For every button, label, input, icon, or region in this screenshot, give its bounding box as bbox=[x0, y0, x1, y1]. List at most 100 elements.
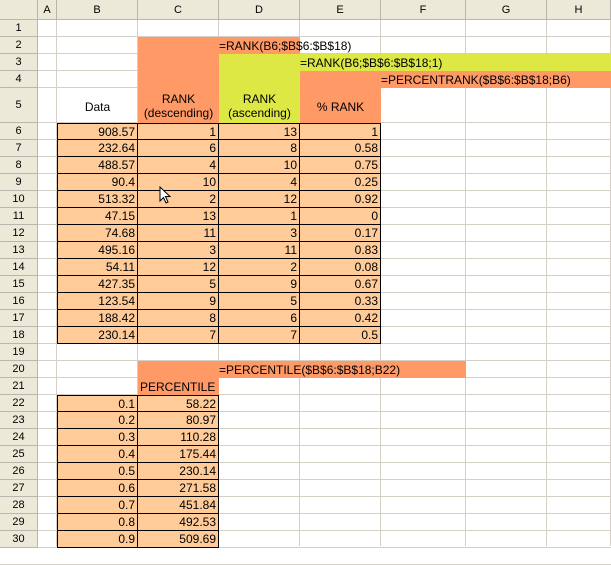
percent-rank-cell[interactable]: 0.58 bbox=[300, 140, 381, 157]
row-header-8[interactable]: 8 bbox=[0, 157, 38, 174]
data-cell[interactable]: 74.68 bbox=[57, 225, 138, 242]
header-rank-descending[interactable]: RANK (descending) bbox=[138, 88, 219, 123]
row-header-4[interactable]: 4 bbox=[0, 71, 38, 88]
percent-rank-cell[interactable]: 0.42 bbox=[300, 310, 381, 327]
percentile-value-cell[interactable]: 509.69 bbox=[138, 531, 219, 548]
row-header-20[interactable]: 20 bbox=[0, 361, 38, 378]
row-header-17[interactable]: 17 bbox=[0, 310, 38, 327]
data-cell[interactable]: 123.54 bbox=[57, 293, 138, 310]
rank-desc-cell[interactable]: 4 bbox=[138, 157, 219, 174]
percent-rank-cell[interactable]: 0.25 bbox=[300, 174, 381, 191]
column-header-e[interactable]: E bbox=[300, 0, 381, 20]
row-header-25[interactable]: 25 bbox=[0, 446, 38, 463]
rank-desc-cell[interactable]: 7 bbox=[138, 327, 219, 344]
formula-rank-ascending[interactable]: =RANK(B6;$B$6:$B$18;1) bbox=[219, 54, 611, 71]
percentile-k-cell[interactable]: 0.2 bbox=[57, 412, 138, 429]
percent-rank-cell[interactable]: 0 bbox=[300, 208, 381, 225]
column-header-f[interactable]: F bbox=[381, 0, 466, 20]
formula-percentrank[interactable]: =PERCENTRANK($B$6:$B$18;B6) bbox=[300, 71, 611, 88]
percent-rank-cell[interactable]: 0.33 bbox=[300, 293, 381, 310]
data-cell[interactable]: 47.15 bbox=[57, 208, 138, 225]
data-cell[interactable]: 230.14 bbox=[57, 327, 138, 344]
rank-desc-cell[interactable]: 5 bbox=[138, 276, 219, 293]
row-header-11[interactable]: 11 bbox=[0, 208, 38, 225]
rank-desc-cell[interactable]: 1 bbox=[138, 123, 219, 140]
select-all-corner[interactable] bbox=[0, 0, 38, 20]
percentile-value-cell[interactable]: 230.14 bbox=[138, 463, 219, 480]
row-header-12[interactable]: 12 bbox=[0, 225, 38, 242]
percentile-value-cell[interactable]: 58.22 bbox=[138, 395, 219, 412]
header-percent-rank[interactable]: % RANK bbox=[300, 88, 381, 123]
column-header-c[interactable]: C bbox=[138, 0, 219, 20]
rank-asc-cell[interactable]: 8 bbox=[219, 140, 300, 157]
data-cell[interactable]: 90.4 bbox=[57, 174, 138, 191]
rank-desc-cell[interactable]: 6 bbox=[138, 140, 219, 157]
percentile-k-cell[interactable]: 0.1 bbox=[57, 395, 138, 412]
percent-rank-cell[interactable]: 0.67 bbox=[300, 276, 381, 293]
rank-asc-cell[interactable]: 10 bbox=[219, 157, 300, 174]
percentile-k-cell[interactable]: 0.3 bbox=[57, 429, 138, 446]
percentile-value-cell[interactable]: 175.44 bbox=[138, 446, 219, 463]
rank-asc-cell[interactable]: 5 bbox=[219, 293, 300, 310]
row-header-18[interactable]: 18 bbox=[0, 327, 38, 344]
row-header-10[interactable]: 10 bbox=[0, 191, 38, 208]
row-header-7[interactable]: 7 bbox=[0, 140, 38, 157]
percent-rank-cell[interactable]: 0.5 bbox=[300, 327, 381, 344]
percentile-k-cell[interactable]: 0.4 bbox=[57, 446, 138, 463]
rank-asc-cell[interactable]: 2 bbox=[219, 259, 300, 276]
percentile-value-cell[interactable]: 110.28 bbox=[138, 429, 219, 446]
rank-asc-cell[interactable]: 3 bbox=[219, 225, 300, 242]
data-cell[interactable]: 188.42 bbox=[57, 310, 138, 327]
row-header-9[interactable]: 9 bbox=[0, 174, 38, 191]
rank-desc-cell[interactable]: 8 bbox=[138, 310, 219, 327]
percent-rank-cell[interactable]: 0.92 bbox=[300, 191, 381, 208]
percentile-k-cell[interactable]: 0.8 bbox=[57, 514, 138, 531]
column-header-a[interactable]: A bbox=[38, 0, 57, 20]
header-rank-ascending[interactable]: RANK (ascending) bbox=[219, 88, 300, 123]
rank-asc-cell[interactable]: 4 bbox=[219, 174, 300, 191]
header-percentile[interactable]: PERCENTILE bbox=[138, 378, 219, 395]
rank-desc-cell[interactable]: 13 bbox=[138, 208, 219, 225]
percent-rank-cell[interactable]: 0.75 bbox=[300, 157, 381, 174]
rank-desc-cell[interactable]: 9 bbox=[138, 293, 219, 310]
rank-desc-cell[interactable]: 3 bbox=[138, 242, 219, 259]
data-cell[interactable]: 54.11 bbox=[57, 259, 138, 276]
row-header-15[interactable]: 15 bbox=[0, 276, 38, 293]
data-cell[interactable]: 908.57 bbox=[57, 123, 138, 140]
rank-asc-cell[interactable]: 12 bbox=[219, 191, 300, 208]
row-header-19[interactable]: 19 bbox=[0, 344, 38, 361]
percentile-k-cell[interactable]: 0.7 bbox=[57, 497, 138, 514]
row-header-29[interactable]: 29 bbox=[0, 514, 38, 531]
row-header-24[interactable]: 24 bbox=[0, 429, 38, 446]
data-cell[interactable]: 488.57 bbox=[57, 157, 138, 174]
rank-desc-cell[interactable]: 12 bbox=[138, 259, 219, 276]
percentile-value-cell[interactable]: 80.97 bbox=[138, 412, 219, 429]
rank-asc-cell[interactable]: 11 bbox=[219, 242, 300, 259]
percentile-k-cell[interactable]: 0.6 bbox=[57, 480, 138, 497]
rank-asc-cell[interactable]: 9 bbox=[219, 276, 300, 293]
rank-asc-header-fill[interactable] bbox=[219, 71, 300, 88]
column-header-b[interactable]: B bbox=[57, 0, 138, 20]
row-header-27[interactable]: 27 bbox=[0, 480, 38, 497]
row-header-30[interactable]: 30 bbox=[0, 531, 38, 548]
row-header-13[interactable]: 13 bbox=[0, 242, 38, 259]
row-header-2[interactable]: 2 bbox=[0, 37, 38, 54]
header-data[interactable]: Data bbox=[57, 88, 138, 123]
data-cell[interactable]: 232.64 bbox=[57, 140, 138, 157]
row-header-5[interactable]: 5 bbox=[0, 88, 38, 123]
column-header-g[interactable]: G bbox=[466, 0, 547, 20]
percent-rank-cell[interactable]: 1 bbox=[300, 123, 381, 140]
column-header-d[interactable]: D bbox=[219, 0, 300, 20]
rank-asc-cell[interactable]: 13 bbox=[219, 123, 300, 140]
percent-rank-cell[interactable]: 0.08 bbox=[300, 259, 381, 276]
rank-asc-cell[interactable]: 7 bbox=[219, 327, 300, 344]
row-header-26[interactable]: 26 bbox=[0, 463, 38, 480]
percentile-k-cell[interactable]: 0.5 bbox=[57, 463, 138, 480]
row-header-3[interactable]: 3 bbox=[0, 54, 38, 71]
percent-rank-cell[interactable]: 0.83 bbox=[300, 242, 381, 259]
formula-rank-descending[interactable]: =RANK(B6;$B$6:$B$18) bbox=[138, 37, 351, 54]
percentile-value-cell[interactable]: 451.84 bbox=[138, 497, 219, 514]
percentile-k-cell[interactable]: 0.9 bbox=[57, 531, 138, 548]
rank-asc-cell[interactable]: 6 bbox=[219, 310, 300, 327]
rank-desc-cell[interactable]: 11 bbox=[138, 225, 219, 242]
